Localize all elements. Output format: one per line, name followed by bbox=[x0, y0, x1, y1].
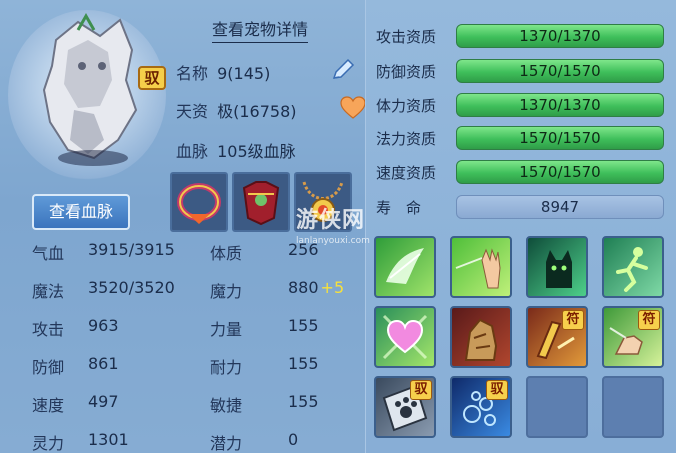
stat-value: 861 bbox=[88, 354, 119, 373]
empty-skill-slot bbox=[526, 376, 588, 438]
skill-tag: 驭 bbox=[486, 380, 508, 400]
attribute-label: 力量 bbox=[210, 320, 243, 339]
armor-equip-icon bbox=[242, 181, 280, 226]
attribute-label: 体质 bbox=[210, 244, 243, 263]
pet-talent-label: 天资 bbox=[176, 102, 209, 121]
skill-slot[interactable] bbox=[374, 306, 436, 368]
rock-skill-icon bbox=[464, 318, 498, 361]
skill-slot[interactable]: 驭 bbox=[374, 376, 436, 438]
attribute-label: 敏捷 bbox=[210, 396, 243, 415]
watermark-logo: 游侠网 bbox=[296, 208, 366, 233]
aptitude-row: 速度资质 1570/1570 bbox=[376, 160, 666, 186]
attribute-value-number: 880 bbox=[288, 278, 319, 297]
stat-row: 攻击 963 力量 155 bbox=[0, 316, 366, 354]
aptitude-bar: 1370/1370 bbox=[456, 93, 664, 117]
pet-shadow bbox=[58, 150, 128, 166]
skill-slot[interactable]: 驭 bbox=[450, 376, 512, 438]
aptitude-bar: 1570/1570 bbox=[456, 160, 664, 184]
attribute-label: 耐力 bbox=[210, 358, 243, 377]
aptitude-label: 法力资质 bbox=[376, 130, 437, 148]
attribute-label: 潜力 bbox=[210, 434, 243, 453]
pet-talent-row: 天资 极(16758) bbox=[176, 98, 297, 122]
skill-slot[interactable]: 符 bbox=[526, 306, 588, 368]
pet-portrait bbox=[8, 10, 166, 180]
stat-value: 497 bbox=[88, 392, 119, 411]
stat-label: 灵力 bbox=[32, 434, 65, 453]
equip-slot-armor[interactable] bbox=[232, 172, 290, 232]
aptitude-bar: 1570/1570 bbox=[456, 59, 664, 83]
skill-slot[interactable] bbox=[450, 306, 512, 368]
skill-slot[interactable] bbox=[450, 236, 512, 298]
view-pet-details-link[interactable]: 查看宠物详情 bbox=[212, 16, 309, 43]
runner-skill-icon bbox=[616, 247, 648, 292]
heart-icon[interactable] bbox=[340, 96, 366, 120]
rename-pen-icon[interactable] bbox=[330, 58, 356, 82]
attribute-value: 880 +5 bbox=[288, 278, 344, 297]
pet-talent-value: 极(16758) bbox=[217, 102, 297, 121]
skill-tag: 驭 bbox=[410, 380, 432, 400]
pet-name-label: 名称 bbox=[176, 64, 209, 83]
pet-name-row: 名称 9(145) bbox=[176, 60, 270, 84]
pet-bloodline-row: 血脉 105级血脉 bbox=[176, 138, 296, 162]
wing-skill-icon bbox=[386, 248, 424, 284]
stat-value: 963 bbox=[88, 316, 119, 335]
equip-slot-collar[interactable] bbox=[170, 172, 228, 232]
skill-slot[interactable]: 符 bbox=[602, 306, 664, 368]
aptitude-label: 防御资质 bbox=[376, 63, 437, 81]
hand-skill-icon bbox=[455, 248, 501, 289]
aptitude-row: 防御资质 1570/1570 bbox=[376, 59, 666, 85]
view-bloodline-button[interactable]: 查看血脉 bbox=[32, 194, 130, 230]
lifespan-row: 寿 命 8947 bbox=[376, 195, 666, 221]
stat-row: 防御 861 耐力 155 bbox=[0, 354, 366, 392]
lifespan-value: 8947 bbox=[456, 195, 664, 219]
stat-label: 攻击 bbox=[32, 320, 65, 339]
stat-label: 防御 bbox=[32, 358, 65, 377]
pet-bloodline-label: 血脉 bbox=[176, 142, 209, 161]
collar-equip-icon bbox=[177, 183, 221, 224]
stat-value: 1301 bbox=[88, 430, 129, 449]
stat-value: 3915/3915 bbox=[88, 240, 175, 259]
skill-slot[interactable] bbox=[374, 236, 436, 298]
attribute-label: 魔力 bbox=[210, 282, 243, 301]
stat-row: 速度 497 敏捷 155 bbox=[0, 392, 366, 430]
attribute-value: 155 bbox=[288, 392, 319, 411]
stat-row: 魔法 3520/3520 魔力 880 +5 bbox=[0, 278, 366, 316]
aptitude-label: 体力资质 bbox=[376, 97, 437, 115]
attribute-value: 0 bbox=[288, 430, 299, 449]
stat-value: 3520/3520 bbox=[88, 278, 175, 297]
aptitude-row: 法力资质 1570/1570 bbox=[376, 126, 666, 152]
pet-name-value: 9(145) bbox=[217, 64, 271, 83]
attribute-value: 155 bbox=[288, 354, 319, 373]
aptitude-row: 体力资质 1370/1370 bbox=[376, 93, 666, 119]
attribute-value: 155 bbox=[288, 316, 319, 335]
stat-row: 灵力 1301 潜力 0 bbox=[0, 430, 366, 453]
aptitude-bar: 1570/1570 bbox=[456, 126, 664, 150]
skill-slot[interactable] bbox=[602, 236, 664, 298]
aptitude-row: 攻击资质 1370/1370 bbox=[376, 24, 666, 50]
aptitude-label: 速度资质 bbox=[376, 164, 437, 182]
stat-label: 魔法 bbox=[32, 282, 65, 301]
skill-slot[interactable] bbox=[526, 236, 588, 298]
mount-badge: 驭 bbox=[138, 66, 166, 90]
skill-tag: 符 bbox=[562, 310, 584, 330]
stat-label: 气血 bbox=[32, 244, 65, 263]
aptitude-label: 攻击资质 bbox=[376, 28, 437, 46]
heart-skill-icon bbox=[382, 314, 428, 360]
attribute-bonus: +5 bbox=[320, 278, 345, 297]
stat-label: 速度 bbox=[32, 396, 65, 415]
lifespan-label: 寿 命 bbox=[376, 199, 422, 217]
skill-tag: 符 bbox=[638, 310, 660, 330]
pet-bloodline-value: 105级血脉 bbox=[217, 142, 296, 161]
cat-skill-icon bbox=[546, 250, 572, 288]
empty-skill-slot bbox=[602, 376, 664, 438]
aptitude-bar: 1370/1370 bbox=[456, 24, 664, 48]
watermark-url: lanlanyouxi.com bbox=[296, 236, 370, 246]
